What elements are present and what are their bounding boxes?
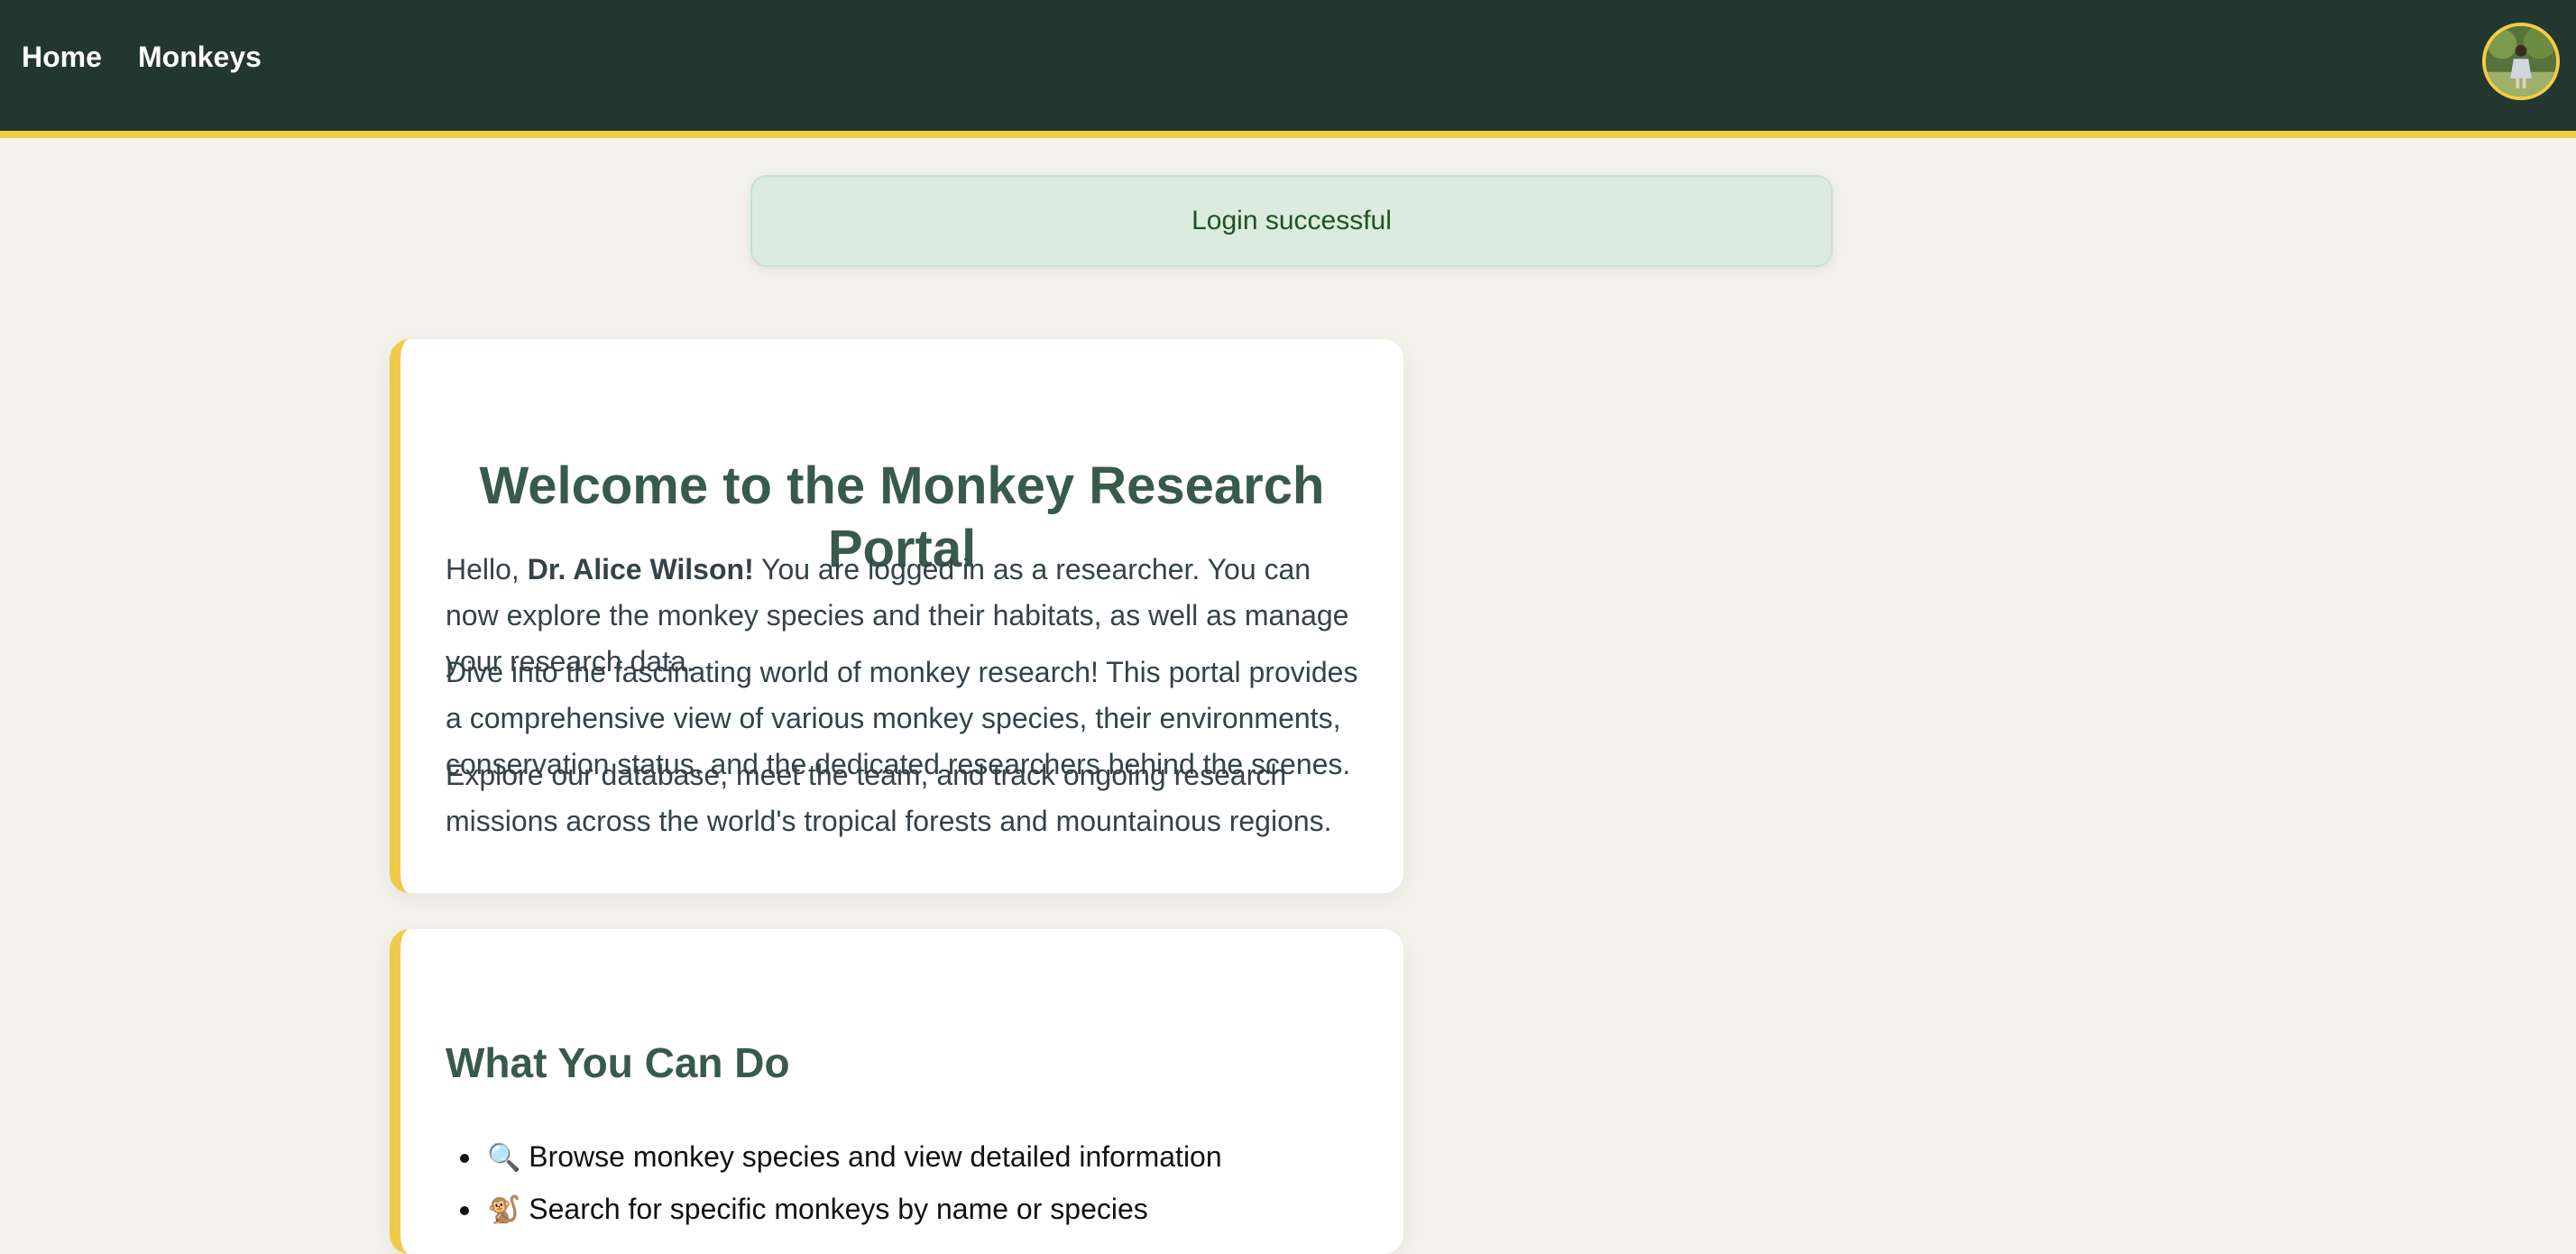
monkey-icon: 🐒: [487, 1194, 521, 1226]
greeting-prefix: Hello,: [446, 553, 528, 586]
alert-message: Login successful: [1191, 206, 1392, 235]
avatar-photo-icon: [2486, 26, 2556, 97]
magnifier-icon: 🔍: [487, 1142, 521, 1174]
nav-monkeys-link[interactable]: Monkeys: [138, 38, 262, 76]
nav-home-link[interactable]: Home: [22, 38, 102, 76]
list-item-text: Search for specific monkeys by name or s…: [529, 1193, 1148, 1225]
feature-list: 🔍 Browse monkey species and view detaile…: [483, 1131, 1222, 1236]
explore-paragraph: Explore our database, meet the team, and…: [446, 759, 1332, 837]
list-item-text: Browse monkey species and view detailed …: [529, 1140, 1222, 1173]
list-item: 🔍 Browse monkey species and view detaile…: [483, 1131, 1222, 1184]
top-navbar: Home Monkeys: [0, 0, 2576, 138]
user-name: Dr. Alice Wilson!: [527, 553, 754, 586]
welcome-card: Welcome to the Monkey Research Portal He…: [390, 339, 1403, 893]
what-you-can-do-card: What You Can Do 🔍 Browse monkey species …: [390, 929, 1403, 1254]
section-title: What You Can Do: [446, 1039, 790, 1086]
login-success-alert: Login successful: [750, 175, 1833, 267]
avatar[interactable]: [2482, 23, 2560, 100]
list-item: 🐒 Search for specific monkeys by name or…: [483, 1184, 1222, 1236]
